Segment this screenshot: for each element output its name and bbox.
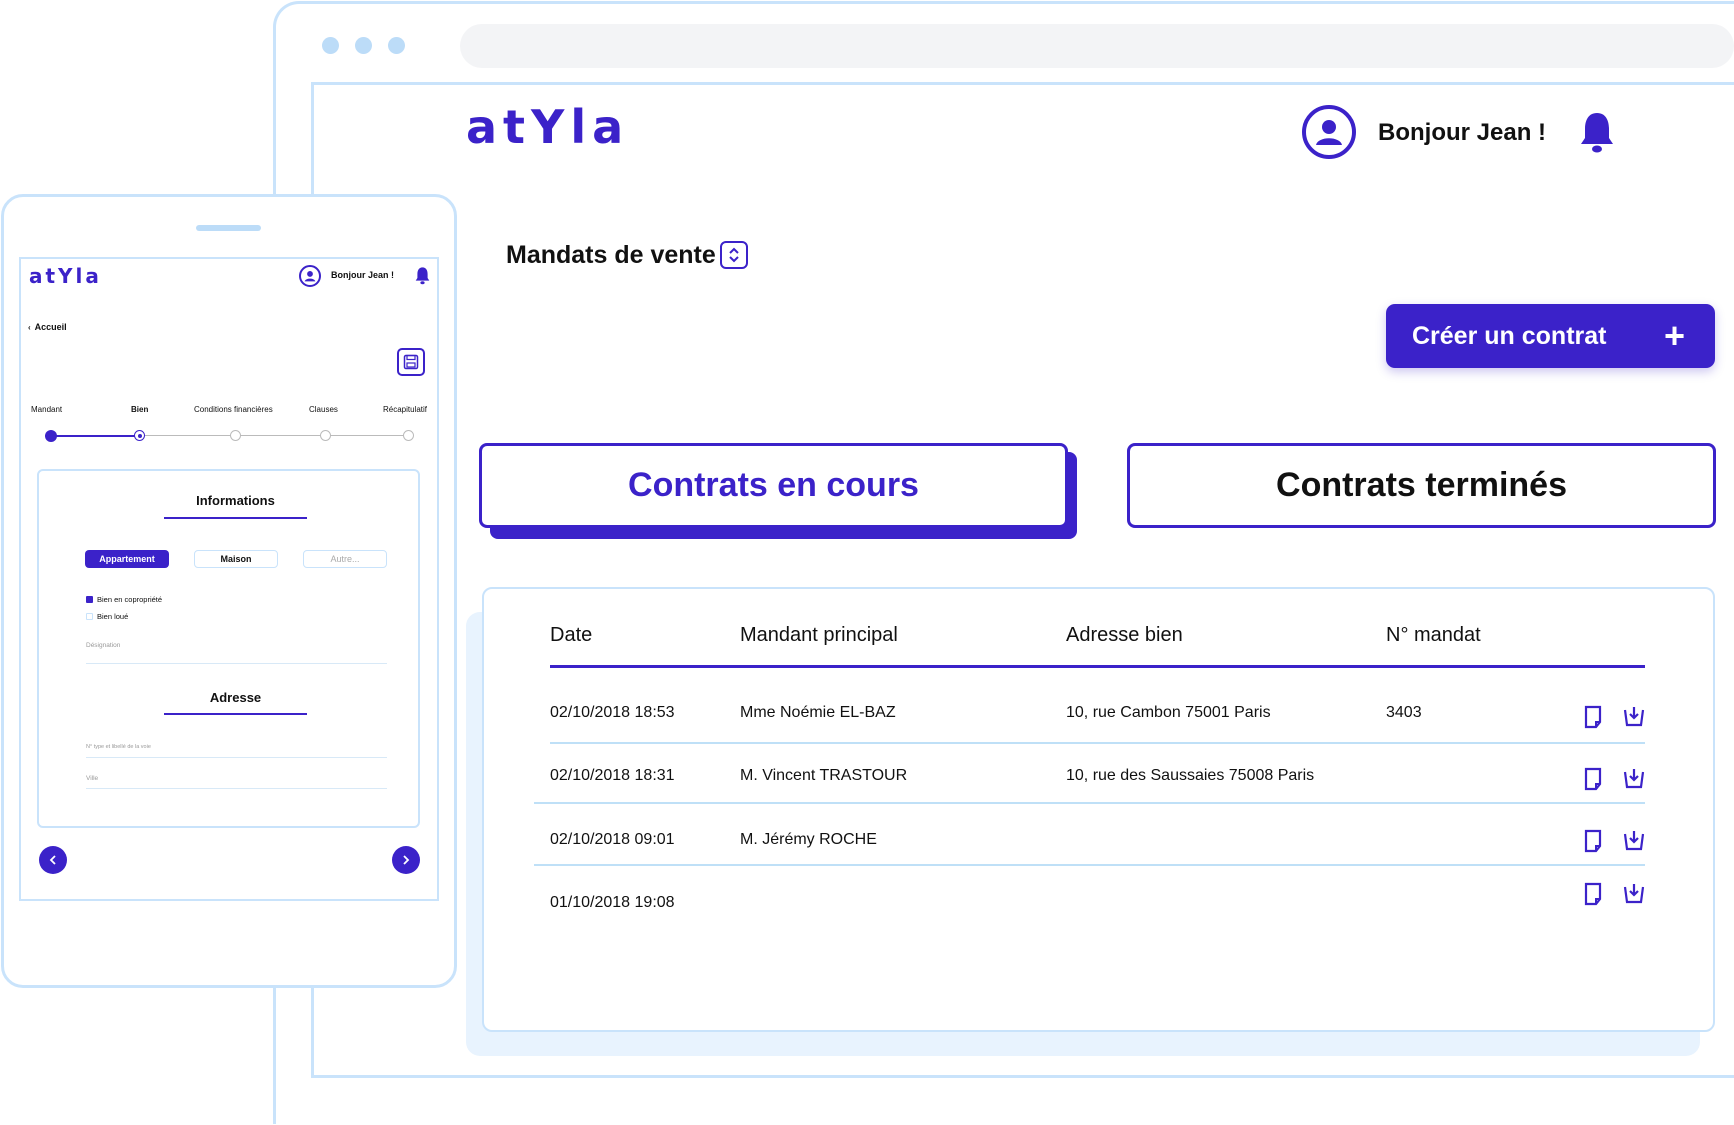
type-maison-button[interactable]: Maison (194, 550, 278, 568)
stepper-progress-line (51, 435, 139, 437)
chevron-left-icon: ‹ (28, 322, 31, 332)
back-link-label: Accueil (34, 322, 67, 332)
column-header-adresse[interactable]: Adresse bien (1066, 624, 1183, 647)
tablet-speaker (196, 225, 261, 231)
tab-contrats-en-cours[interactable]: Contrats en cours (479, 443, 1068, 528)
step-dot-current[interactable] (134, 430, 145, 441)
type-autre-button[interactable]: Autre... (303, 550, 387, 568)
designation-field[interactable]: Désignation (86, 642, 120, 649)
step-dot[interactable] (230, 430, 241, 441)
page-title: Mandats de vente (506, 241, 716, 269)
stepper-track-line (139, 435, 409, 436)
step-dot[interactable] (403, 430, 414, 441)
tablet-greeting-text: Bonjour Jean ! (331, 270, 395, 280)
field-underline (86, 788, 387, 789)
table-header-divider (550, 665, 1645, 668)
cell-adresse: 10, rue Cambon 75001 Paris (1066, 704, 1271, 721)
step-dot-done[interactable] (45, 430, 57, 442)
plus-icon: + (1663, 315, 1685, 356)
save-button[interactable] (397, 348, 425, 376)
download-icon[interactable] (1622, 704, 1646, 728)
sort-arrows-icon (729, 247, 739, 263)
chevron-right-icon (403, 855, 410, 865)
cell-adresse: 10, rue des Saussaies 75008 Paris (1066, 767, 1315, 784)
cell-mandant: Mme Noémie EL-BAZ (740, 704, 896, 721)
sort-button[interactable] (720, 241, 748, 269)
section-underline (164, 517, 307, 519)
section-underline (164, 713, 307, 715)
cell-date: 01/10/2018 19:08 (550, 894, 675, 911)
create-contract-button[interactable]: Créer un contrat + (1386, 304, 1715, 368)
document-icon[interactable] (1583, 829, 1605, 853)
app-logo[interactable]: atYla (466, 100, 629, 154)
column-header-mandant[interactable]: Mandant principal (740, 624, 898, 647)
cell-date: 02/10/2018 18:53 (550, 704, 675, 721)
step-label-mandant[interactable]: Mandant (31, 405, 62, 414)
bell-icon (1581, 113, 1613, 153)
user-circle-icon (1316, 120, 1342, 145)
step-label-conditions[interactable]: Conditions financières (194, 405, 273, 414)
download-icon[interactable] (1622, 766, 1646, 790)
type-appartement-button[interactable]: Appartement (85, 550, 169, 568)
tab-contrats-termines[interactable]: Contrats terminés (1127, 443, 1716, 528)
bell-icon[interactable] (414, 266, 431, 285)
cell-date: 02/10/2018 18:31 (550, 767, 675, 784)
cell-mandant: M. Vincent TRASTOUR (740, 767, 908, 784)
window-dot-close[interactable] (322, 37, 339, 54)
field-underline (86, 663, 387, 664)
section-title-adresse: Adresse (209, 690, 262, 705)
notifications-button[interactable] (1577, 110, 1617, 159)
document-icon[interactable] (1583, 767, 1605, 791)
user-circle-icon (304, 271, 316, 282)
step-dot[interactable] (320, 430, 331, 441)
checkbox-loue[interactable] (86, 613, 93, 620)
row-divider (534, 864, 1645, 866)
checkbox-copropriete-label: Bien en copropriété (97, 595, 163, 604)
row-divider (550, 742, 1645, 744)
chevron-left-icon (49, 855, 56, 865)
save-icon (403, 354, 419, 370)
greeting-text: Bonjour Jean ! (1378, 119, 1547, 146)
field-underline (86, 757, 387, 758)
step-label-bien[interactable]: Bien (131, 405, 148, 414)
document-icon[interactable] (1583, 705, 1605, 729)
window-dot-minimize[interactable] (355, 37, 372, 54)
checkbox-loue-label: Bien loué (97, 612, 129, 621)
checkbox-copropriete[interactable] (86, 596, 93, 603)
step-label-recapitulatif[interactable]: Récapitulatif (383, 405, 427, 414)
next-step-button[interactable] (392, 846, 420, 874)
cell-numero: 3403 (1386, 704, 1422, 721)
column-header-numero[interactable]: N° mandat (1386, 624, 1481, 647)
section-title-informations: Informations (196, 493, 275, 508)
cell-date: 02/10/2018 09:01 (550, 831, 675, 848)
city-field[interactable]: Ville (86, 775, 98, 782)
tablet-app-logo[interactable]: atYla (29, 264, 102, 288)
row-divider (534, 802, 1645, 804)
contracts-table-card (482, 587, 1715, 1032)
user-avatar[interactable] (1302, 105, 1356, 159)
cell-mandant: M. Jérémy ROCHE (740, 831, 877, 848)
previous-step-button[interactable] (39, 846, 67, 874)
column-header-date[interactable]: Date (550, 624, 592, 647)
download-icon[interactable] (1622, 828, 1646, 852)
step-label-clauses[interactable]: Clauses (309, 405, 338, 414)
window-dot-maximize[interactable] (388, 37, 405, 54)
download-icon[interactable] (1622, 881, 1646, 905)
street-field[interactable]: N° type et libellé de la voie (86, 744, 151, 750)
address-bar[interactable] (460, 24, 1734, 68)
back-link[interactable]: ‹ Accueil (28, 322, 67, 332)
tablet-user-avatar[interactable] (299, 265, 321, 287)
document-icon[interactable] (1583, 882, 1605, 906)
create-contract-label: Créer un contrat (1412, 321, 1607, 350)
